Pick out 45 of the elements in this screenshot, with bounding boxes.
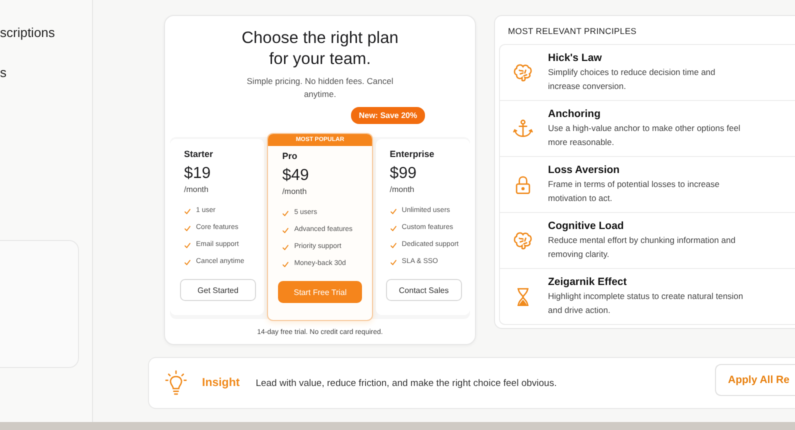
- principle-description: Use a high-value anchor to make other options feel more reasonable.: [548, 122, 742, 149]
- check-icon: [184, 224, 191, 232]
- check-icon: [184, 258, 191, 266]
- principle-description: Frame in terms of potential losses to increase motivation to act.: [548, 178, 720, 205]
- brain-icon: [512, 230, 534, 252]
- principle-name: Hick's Law: [548, 52, 603, 64]
- plan-period: /month: [390, 185, 416, 194]
- check-icon: [282, 260, 290, 268]
- check-icon: [390, 258, 397, 266]
- principle-name: Zeigarnik Effect: [548, 276, 628, 288]
- plan-button[interactable]: Contact Sales: [386, 279, 462, 301]
- insight-label: Insight: [202, 377, 240, 389]
- principle-name: Loss Aversion: [548, 164, 621, 176]
- check-icon: [184, 208, 191, 214]
- plan-name: Enterprise: [390, 149, 436, 159]
- insight-text: Lead with value, reduce friction, and make the right choice feel obvious.: [256, 378, 557, 388]
- plan-price: $19: [184, 165, 212, 183]
- anchor-icon: [512, 118, 534, 140]
- principles-title: MOST RELEVANT PRINCIPLES: [508, 26, 638, 36]
- sidebar-item[interactable]: scriptions: [0, 24, 55, 42]
- plan-price: $49: [282, 167, 310, 185]
- principle-name: Anchoring: [548, 108, 602, 120]
- plan-name: Pro: [282, 151, 298, 161]
- pricing-subtitle: Simple pricing. No hidden fees. Cancel anytime.: [246, 75, 394, 101]
- pricing-title: Choose the right plan for your team.: [240, 28, 400, 70]
- plan-period: /month: [282, 187, 308, 196]
- check-icon: [282, 244, 290, 250]
- promo-badge: New: Save 20%: [350, 107, 426, 124]
- check-icon: [282, 226, 290, 234]
- check-icon: [282, 210, 290, 216]
- sidebar-item[interactable]: s: [0, 64, 6, 82]
- principle-description: Highlight incomplete status to create natural tension and drive action.: [548, 290, 744, 317]
- principle-name: Cognitive Load: [548, 220, 625, 232]
- check-icon: [184, 242, 191, 248]
- plan-button[interactable]: Get Started: [180, 279, 256, 301]
- check-icon: [390, 242, 397, 248]
- plan-name: Starter: [184, 149, 214, 159]
- plan-period: /month: [184, 185, 210, 194]
- lightbulb-icon: [165, 370, 187, 396]
- check-icon: [390, 224, 397, 232]
- principle-description: Simplify choices to reduce decision time and increase conversion.: [548, 66, 716, 93]
- principle-description: Reduce mental effort by chunking information and removing clarity.: [548, 234, 736, 261]
- check-icon: [390, 208, 397, 214]
- plan-price: $99: [390, 165, 418, 183]
- brain-icon: [512, 62, 534, 84]
